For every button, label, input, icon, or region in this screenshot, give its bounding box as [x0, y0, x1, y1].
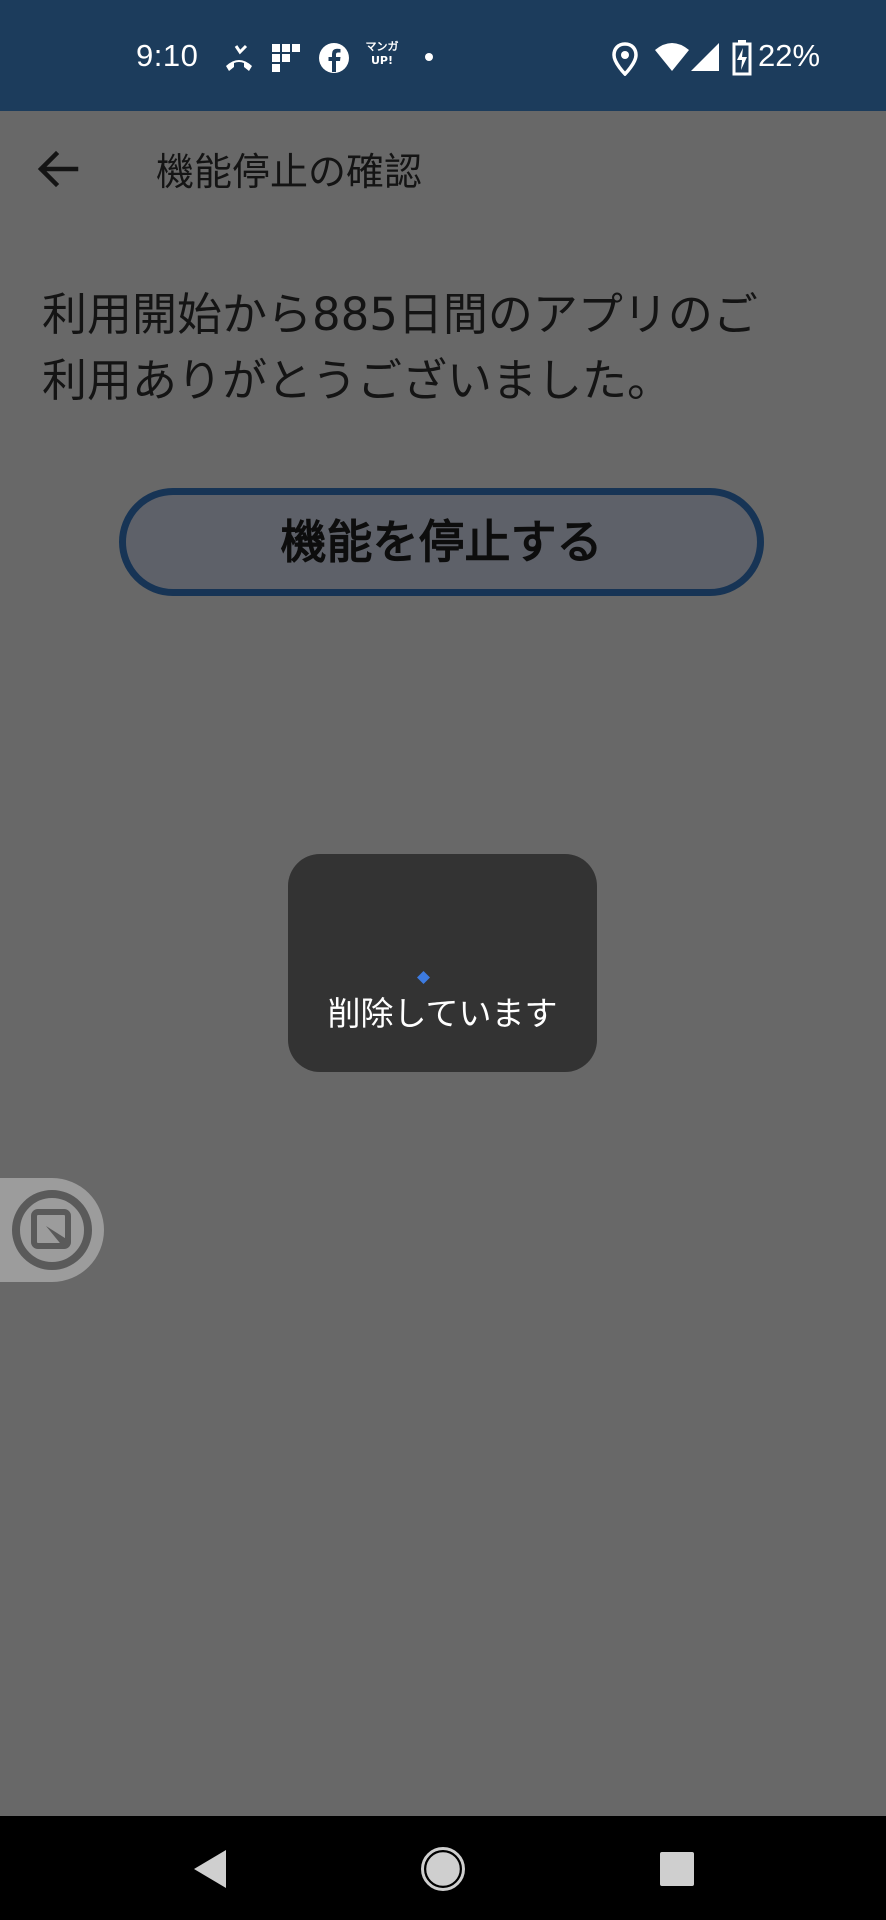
navigation-bar	[0, 1816, 886, 1920]
status-bar: 9:10 マンガ UP! 22%	[0, 0, 886, 111]
wifi-icon	[655, 43, 689, 71]
signal-icon	[691, 43, 719, 71]
progress-dialog: 削除しています	[288, 854, 597, 1072]
page-title: 機能停止の確認	[156, 150, 423, 194]
back-arrow-button[interactable]	[30, 141, 86, 197]
battery-percent: 22%	[758, 38, 821, 73]
back-triangle-icon[interactable]	[186, 1846, 232, 1892]
floating-side-handle[interactable]	[0, 1178, 104, 1282]
message-line-1: 利用開始から885日間のアプリのご	[42, 288, 758, 341]
loading-spinner-icon	[417, 971, 430, 984]
thank-you-message: 利用開始から885日間のアプリのご 利用ありがとうございました。	[42, 282, 852, 414]
facebook-icon	[319, 43, 349, 73]
manga-up-icon: マンガ UP!	[365, 40, 399, 67]
home-circle-icon[interactable]	[420, 1846, 466, 1892]
recents-square-icon[interactable]	[654, 1846, 700, 1892]
app-grid-icon	[272, 44, 300, 72]
stop-function-button[interactable]: 機能を停止する	[119, 488, 764, 596]
location-icon	[612, 42, 638, 76]
screen-capture-icon	[12, 1190, 92, 1270]
message-line-2: 利用ありがとうございました。	[42, 354, 673, 407]
status-time: 9:10	[136, 38, 199, 73]
missed-call-icon	[226, 44, 252, 71]
progress-text: 削除しています	[327, 994, 558, 1033]
battery-charging-icon	[732, 40, 752, 76]
dot-icon	[425, 53, 433, 61]
